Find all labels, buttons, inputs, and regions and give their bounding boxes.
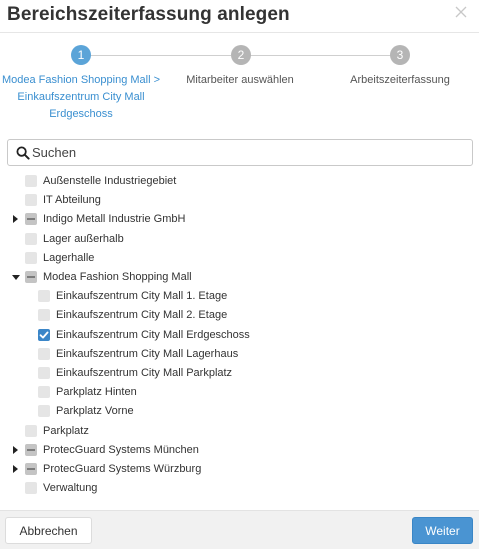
tree-item-label: ProtecGuard Systems Würzburg [43, 463, 202, 475]
tree-item[interactable]: Einkaufszentrum City Mall Erdgeschoss [0, 326, 479, 345]
tree-item[interactable]: Modea Fashion Shopping Mall [0, 268, 479, 287]
tree-item-label: Einkaufszentrum City Mall Parkplatz [56, 367, 233, 379]
checkbox[interactable] [25, 213, 37, 225]
tree-item-label: Einkaufszentrum City Mall 2. Etage [56, 309, 228, 321]
tree-item[interactable]: Parkplatz Vorne [0, 402, 479, 421]
step-1-label-line: Einkaufszentrum City Mall [17, 91, 145, 103]
checkbox[interactable] [25, 425, 37, 437]
tree-item[interactable]: Verwaltung [0, 479, 479, 498]
step-3-indicator: 3 [390, 45, 410, 65]
checkbox[interactable] [38, 405, 50, 417]
tree-item-label: Lager außerhalb [43, 233, 124, 245]
checkbox[interactable] [38, 290, 50, 302]
tree-item-label: IT Abteilung [43, 194, 101, 206]
caret-right-icon[interactable] [10, 214, 20, 224]
checkbox[interactable] [38, 309, 50, 321]
check-icon [39, 331, 49, 339]
step-3-label-line: Arbeitszeiterfassung [350, 74, 450, 86]
dialog-footer: Abbrechen Weiter [0, 510, 479, 549]
tree-item[interactable]: Indigo Metall Industrie GmbH [0, 210, 479, 229]
tree-item[interactable]: Einkaufszentrum City Mall Lagerhaus [0, 345, 479, 364]
checkbox[interactable] [25, 252, 37, 264]
tree-item-label: Einkaufszentrum City Mall 1. Etage [56, 290, 228, 302]
search-input[interactable] [32, 140, 462, 165]
tree-item[interactable]: Außenstelle Industriegebiet [0, 172, 479, 191]
dialog-title: Bereichszeiterfassung anlegen [7, 4, 290, 25]
tree-item[interactable]: IT Abteilung [0, 191, 479, 210]
tree-item[interactable]: Parkplatz [0, 422, 479, 441]
step-connector [250, 55, 391, 56]
step-2-indicator: 2 [231, 45, 251, 65]
tree-item-label: Lagerhalle [43, 252, 95, 264]
close-icon[interactable] [453, 5, 469, 21]
checkbox[interactable] [25, 271, 37, 283]
tree-item-label: Einkaufszentrum City Mall Erdgeschoss [56, 329, 250, 341]
tree-item[interactable]: ProtecGuard Systems Würzburg [0, 460, 479, 479]
tree-item-label: Modea Fashion Shopping Mall [43, 271, 192, 283]
tree-item-label: Außenstelle Industriegebiet [43, 175, 177, 187]
tree-item[interactable]: Einkaufszentrum City Mall Parkplatz [0, 364, 479, 383]
tree-item-label: Parkplatz Vorne [56, 405, 134, 417]
step-1-label: Modea Fashion Shopping Mall > Einkaufsze… [0, 72, 162, 123]
search-icon [16, 146, 30, 160]
next-button[interactable]: Weiter [412, 517, 473, 544]
tree-item-label: Indigo Metall Industrie GmbH [43, 213, 186, 225]
tree-item[interactable]: Parkplatz Hinten [0, 383, 479, 402]
tree-item-label: Parkplatz Hinten [56, 386, 137, 398]
tree-item[interactable]: Lager außerhalb [0, 230, 479, 249]
checkbox[interactable] [25, 175, 37, 187]
checkbox[interactable] [38, 386, 50, 398]
dialog-header: Bereichszeiterfassung anlegen [0, 0, 479, 34]
tree-item-label: Parkplatz [43, 425, 89, 437]
step-1-label-line: Erdgeschoss [49, 108, 113, 120]
tree-item-label: ProtecGuard Systems München [43, 444, 199, 456]
caret-right-icon[interactable] [10, 464, 20, 474]
checkbox[interactable] [38, 348, 50, 360]
step-1-label-line: Modea Fashion Shopping Mall > [1, 74, 161, 86]
tree-item[interactable]: Einkaufszentrum City Mall 1. Etage [0, 287, 479, 306]
checkbox[interactable] [25, 444, 37, 456]
step-2-label-line: Mitarbeiter auswählen [186, 74, 294, 86]
tree-item-label: Einkaufszentrum City Mall Lagerhaus [56, 348, 239, 360]
cancel-button[interactable]: Abbrechen [5, 517, 92, 544]
search-box [7, 139, 473, 166]
tree-item[interactable]: Lagerhalle [0, 249, 479, 268]
checkbox[interactable] [25, 194, 37, 206]
caret-down-icon[interactable] [11, 272, 21, 282]
header-divider [0, 32, 479, 33]
checkbox[interactable] [38, 367, 50, 379]
tree-item-label: Verwaltung [43, 482, 98, 494]
checkbox[interactable] [25, 463, 37, 475]
caret-right-icon[interactable] [10, 445, 20, 455]
tree-item[interactable]: Einkaufszentrum City Mall 2. Etage [0, 306, 479, 325]
step-2-label: Mitarbeiter auswählen [170, 72, 310, 89]
checkbox[interactable] [25, 482, 37, 494]
checkbox[interactable] [38, 329, 50, 341]
checkbox[interactable] [25, 233, 37, 245]
step-3-label: Arbeitszeiterfassung [330, 72, 470, 89]
tree-item[interactable]: ProtecGuard Systems München [0, 441, 479, 460]
step-1-indicator: 1 [71, 45, 91, 65]
step-connector [90, 55, 231, 56]
